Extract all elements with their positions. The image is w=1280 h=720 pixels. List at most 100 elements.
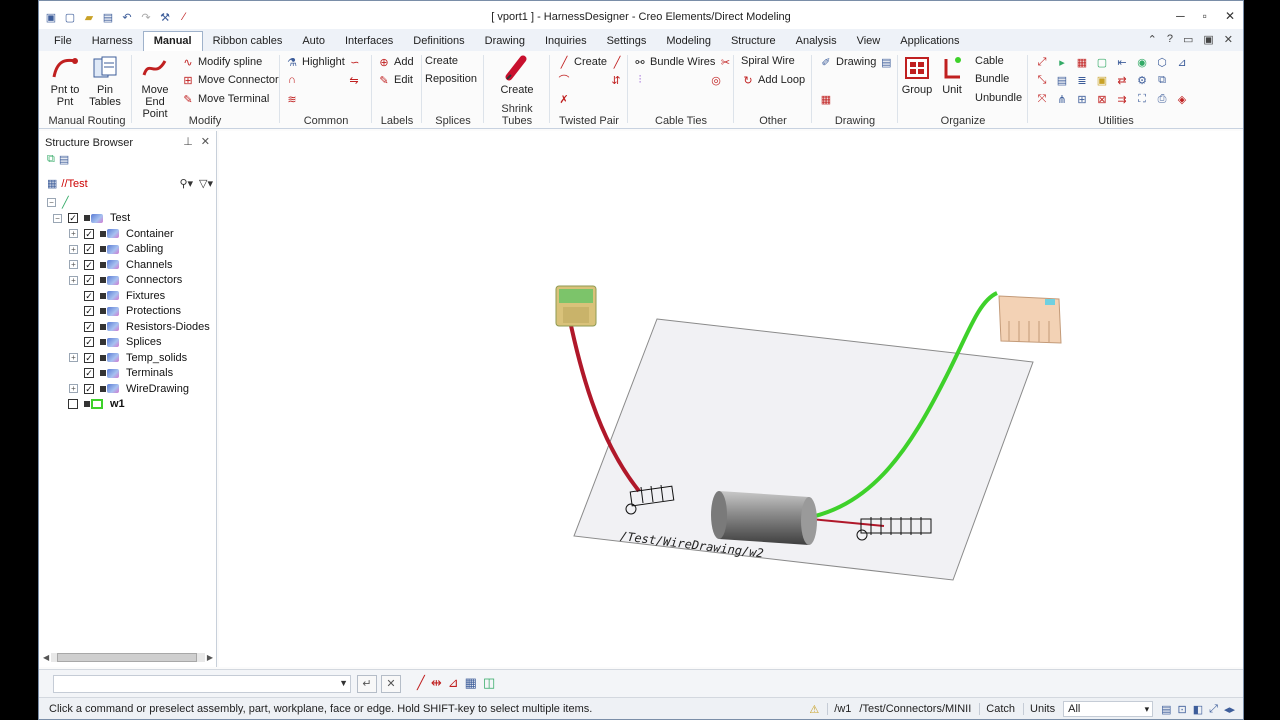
enter-icon[interactable]: ↵ xyxy=(357,675,377,693)
move-icon[interactable]: ⇄ xyxy=(1115,73,1129,87)
table-icon[interactable]: ▤ xyxy=(1055,73,1069,87)
move-connector-button[interactable]: ⊞ Move Connector xyxy=(181,73,278,87)
grid-icon[interactable]: ▦ xyxy=(1075,55,1089,69)
network-icon[interactable]: ⛶ xyxy=(1135,92,1149,106)
doc-restore-icon[interactable]: ▣ xyxy=(1203,33,1213,46)
drawing-button[interactable]: ✐ Drawing ▤ xyxy=(819,55,893,69)
doc-close-icon[interactable]: ✕ xyxy=(1224,33,1233,46)
visibility-checkbox[interactable]: ✓ xyxy=(84,228,94,239)
maximize-icon[interactable]: ▫ xyxy=(1203,9,1207,23)
collapse-icon[interactable]: − xyxy=(47,198,56,208)
tab-ribbon-cables[interactable]: Ribbon cables xyxy=(203,32,293,51)
expand-icon[interactable]: + xyxy=(69,244,78,254)
visibility-checkbox[interactable]: ✓ xyxy=(84,306,94,317)
visibility-checkbox[interactable]: ✓ xyxy=(84,321,94,332)
filter-icon[interactable]: ⊠ xyxy=(1095,92,1109,106)
filter-icon[interactable]: ▽▾ xyxy=(199,177,213,190)
tab-settings[interactable]: Settings xyxy=(597,32,657,51)
drawing-tool-2[interactable]: ▦ xyxy=(819,92,833,106)
layout-icon[interactable]: ▤ xyxy=(1161,703,1171,716)
tree-item-container[interactable]: + ✓ Container xyxy=(47,226,217,242)
shape-icon[interactable]: ⬡ xyxy=(1155,55,1169,69)
dimension-icon[interactable]: ⇹ xyxy=(431,675,442,691)
tab-view[interactable]: View xyxy=(847,32,891,51)
expand-icon[interactable]: + xyxy=(69,384,78,394)
image-icon[interactable]: ▣ xyxy=(1095,73,1109,87)
tab-auto[interactable]: Auto xyxy=(292,32,335,51)
scroll-track[interactable] xyxy=(51,652,205,662)
back-icon[interactable]: ◧ xyxy=(1193,703,1203,716)
tab-analysis[interactable]: Analysis xyxy=(786,32,847,51)
print-icon[interactable]: ⎙ xyxy=(1155,92,1169,106)
command-input[interactable]: ▼ xyxy=(53,675,351,693)
expand-icon[interactable]: + xyxy=(69,260,78,270)
cable-ties-tool-3[interactable]: ◎ xyxy=(709,73,723,87)
split-icon[interactable]: ⊿ xyxy=(448,675,459,691)
grid-view-icon[interactable]: ▦ xyxy=(47,177,57,190)
visibility-checkbox[interactable] xyxy=(68,399,78,410)
wire-list-icon[interactable]: ≣ xyxy=(1075,73,1089,87)
help-icon[interactable]: ? xyxy=(1167,33,1173,46)
unit-button[interactable]: Unit xyxy=(937,55,967,96)
list-view-icon[interactable]: ▤ xyxy=(59,153,69,166)
add-loop-button[interactable]: ↻ Add Loop xyxy=(741,73,805,87)
nav-icon[interactable]: ◂▸ xyxy=(1224,703,1235,716)
tree-item-fixtures[interactable]: ✓ Fixtures xyxy=(47,288,217,304)
close-icon[interactable]: ✕ xyxy=(1225,9,1235,23)
common-tool-4[interactable]: ⇋ xyxy=(347,73,361,87)
collapse-icon[interactable]: − xyxy=(53,213,62,223)
tree-item-test[interactable]: − ✓ Test xyxy=(47,211,217,227)
tab-inquiries[interactable]: Inquiries xyxy=(535,32,597,51)
command-dropdown-icon[interactable]: ▼ xyxy=(339,678,348,688)
tab-interfaces[interactable]: Interfaces xyxy=(335,32,403,51)
tab-file[interactable]: File xyxy=(44,32,82,51)
label-add-button[interactable]: ⊕ Add xyxy=(377,55,413,69)
pin-tables-button[interactable]: Pin Tables xyxy=(87,55,123,108)
3d-scene[interactable] xyxy=(219,131,1244,667)
pin-icon[interactable]: ⊥ xyxy=(183,135,193,148)
tab-structure[interactable]: Structure xyxy=(721,32,786,51)
modify-spline-button[interactable]: ∿ Modify spline xyxy=(181,55,262,69)
visibility-checkbox[interactable]: ✓ xyxy=(84,259,94,270)
tree-icon[interactable]: ⋔ xyxy=(1055,92,1069,106)
package-icon[interactable]: ◫ xyxy=(483,675,495,691)
common-tool-2[interactable]: ∩ xyxy=(285,73,299,87)
common-tool-3[interactable]: ≋ xyxy=(285,92,299,106)
tree-item-connectors[interactable]: + ✓ Connectors xyxy=(47,273,217,289)
scroll-right-icon[interactable]: ▶ xyxy=(207,653,213,662)
tree-item-splices[interactable]: ✓ Splices xyxy=(47,335,217,351)
expand-icon[interactable]: + xyxy=(69,275,78,285)
export-icon[interactable]: ⇉ xyxy=(1115,92,1129,106)
visibility-checkbox[interactable]: ✓ xyxy=(84,290,94,301)
twisted-pair-create-button[interactable]: ╱ Create ╱ xyxy=(557,55,624,69)
bundle-button[interactable]: Bundle xyxy=(975,73,1009,85)
visibility-checkbox[interactable]: ✓ xyxy=(84,337,94,348)
visibility-checkbox[interactable]: ✓ xyxy=(84,275,94,286)
spiral-wire-button[interactable]: Spiral Wire xyxy=(741,55,795,67)
visibility-checkbox[interactable]: ✓ xyxy=(84,244,94,255)
box-icon[interactable]: ▢ xyxy=(1095,55,1109,69)
check-icon[interactable]: ⤡ xyxy=(1035,73,1049,87)
select-arrow-icon[interactable]: ▸ xyxy=(1055,55,1069,69)
cancel-icon[interactable]: ✕ xyxy=(381,675,401,693)
visibility-checkbox[interactable]: ✓ xyxy=(84,352,94,363)
tree-view-icon[interactable]: ⧉ xyxy=(47,153,55,166)
copy-icon[interactable]: ⧉ xyxy=(1155,73,1169,87)
chart-icon[interactable]: ⊿ xyxy=(1175,55,1189,69)
globe-icon[interactable]: ◉ xyxy=(1135,55,1149,69)
label-edit-button[interactable]: ✎ Edit xyxy=(377,73,413,87)
calculator-icon[interactable]: ▦ xyxy=(465,675,477,691)
collapse-ribbon-icon[interactable]: ⌃ xyxy=(1148,33,1157,46)
tab-drawing[interactable]: Drawing xyxy=(475,32,535,51)
tab-applications[interactable]: Applications xyxy=(890,32,969,51)
connector-top-right[interactable] xyxy=(998,295,1062,344)
connector-top-left[interactable] xyxy=(555,285,597,327)
binoculars-icon[interactable]: ⚲▾ xyxy=(179,177,193,190)
pnt-to-pnt-button[interactable]: Pnt to Pnt xyxy=(47,55,83,108)
report-icon[interactable]: ⤧ xyxy=(1035,92,1049,106)
cable-ties-tool-2[interactable]: ⫶ xyxy=(633,73,647,87)
twisted-pair-tool-3[interactable]: ✗ xyxy=(557,92,571,106)
tab-manual[interactable]: Manual xyxy=(142,31,203,51)
3d-viewport[interactable]: /Test/WireDrawing/w2 xyxy=(219,131,1244,667)
cable-button[interactable]: Cable xyxy=(975,55,1004,67)
